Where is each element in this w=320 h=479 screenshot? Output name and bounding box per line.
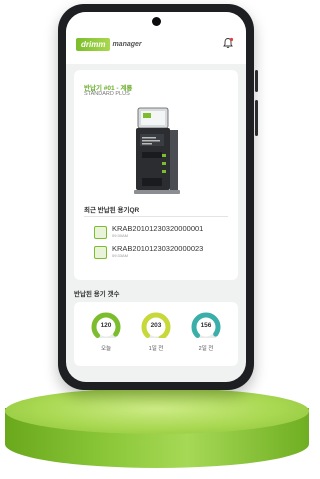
recent-title: 최근 반납된 용기QR — [84, 207, 140, 214]
gauge-label: 1일 전 — [148, 346, 164, 352]
qr-code: KRAB20101230320000023 — [112, 244, 204, 253]
logo-mark: drimm — [76, 37, 111, 51]
gauge-label: 오늘 — [100, 346, 112, 352]
podium-top — [5, 388, 309, 434]
qr-icon — [94, 226, 107, 239]
gauge-value: 156 — [200, 322, 212, 329]
logo-word: manager — [112, 40, 142, 48]
qr-row-2[interactable]: KRAB20101230320000023 09:33AM — [94, 244, 234, 264]
qr-time: 09:30AM — [112, 233, 129, 238]
gauge-label: 2일 전 — [198, 346, 214, 352]
gauge-value: 203 — [150, 322, 162, 329]
qr-icon — [94, 246, 107, 259]
app-logo: drimm manager — [76, 37, 142, 51]
count-card: 120 오늘 203 1일 전 156 2일 전 — [74, 302, 238, 366]
qr-row-1[interactable]: KRAB20101230320000001 09:30AM — [94, 224, 234, 244]
front-camera — [152, 17, 161, 26]
kiosk-image — [134, 107, 180, 194]
gauge-1-day-ago: 203 1일 전 — [136, 310, 176, 362]
app-screen: drimm manager 반납기 #01 - 계룡 STANDARD PLUS — [66, 12, 246, 382]
qr-code: KRAB20101230320000001 — [112, 224, 204, 233]
gauge-2-days-ago: 156 2일 전 — [186, 310, 226, 362]
power-button — [255, 100, 258, 136]
divider — [84, 216, 228, 217]
gauge-value: 120 — [100, 322, 112, 329]
volume-button — [255, 70, 258, 92]
notification-dot — [229, 37, 234, 42]
bell-icon[interactable] — [222, 37, 234, 49]
count-title: 반납된 용기 갯수 — [74, 291, 120, 298]
device-model: STANDARD PLUS — [84, 91, 130, 97]
qr-time: 09:33AM — [112, 253, 129, 258]
gauge-today: 120 오늘 — [86, 310, 126, 362]
device-card[interactable]: 반납기 #01 - 계룡 STANDARD PLUS 최근 반납된 용기QR K… — [74, 70, 238, 280]
